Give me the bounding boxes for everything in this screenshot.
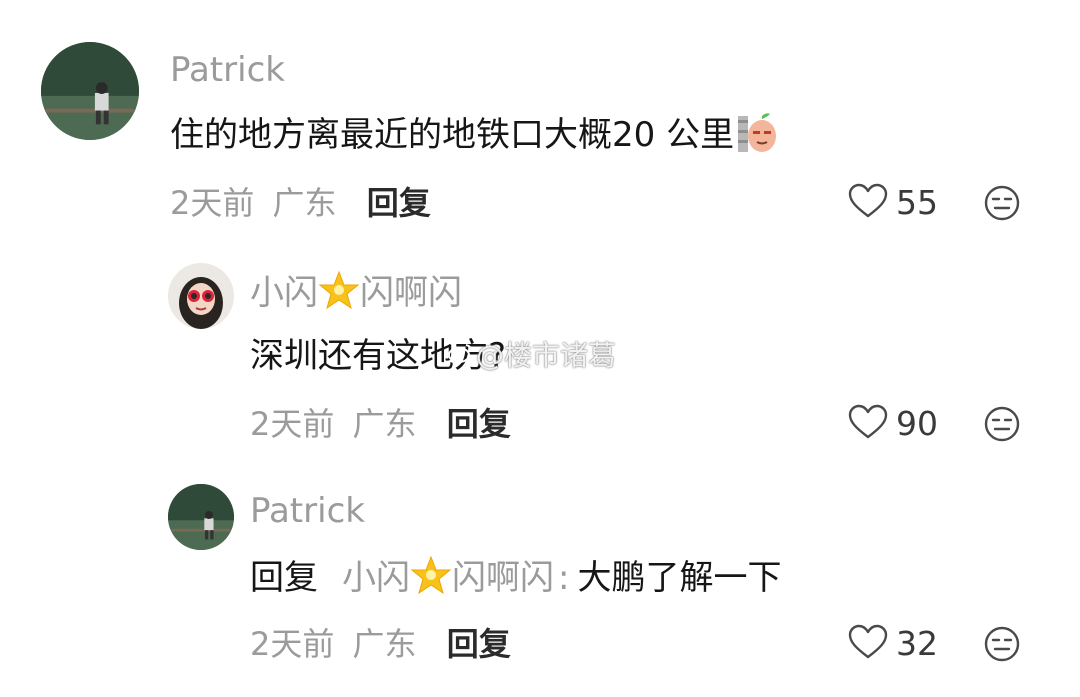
watermark-text: @楼市诸葛 — [476, 339, 617, 372]
reply-separator: : — [558, 558, 570, 598]
username[interactable]: Patrick — [250, 491, 365, 531]
glowing-star-icon — [318, 270, 360, 319]
timestamp: 2天前 — [170, 184, 255, 222]
dislike-button[interactable] — [984, 406, 1020, 446]
comment-text: 住的地方离最近的地铁口大概20 公里 — [170, 110, 780, 165]
heart-icon — [848, 624, 888, 664]
unamused-face-icon — [984, 185, 1020, 225]
unamused-face-icon — [984, 626, 1020, 666]
username-part: 小闪 — [342, 558, 410, 598]
reply-button[interactable]: 回复 — [447, 625, 511, 663]
username-part: 小闪 — [250, 273, 318, 313]
username[interactable]: Patrick — [170, 50, 285, 90]
avatar[interactable] — [41, 42, 139, 140]
dislike-button[interactable] — [984, 626, 1020, 666]
like-button[interactable]: 32 — [848, 624, 938, 664]
watermark: @楼市诸葛 — [448, 334, 616, 374]
heart-icon — [848, 404, 888, 444]
username[interactable]: 小闪 闪啊闪 — [250, 270, 462, 319]
comment-text-content: 大鹏了解一下 — [577, 558, 782, 598]
timestamp: 2天前 — [250, 625, 335, 663]
like-count: 32 — [896, 624, 938, 663]
weibo-logo-icon — [448, 338, 474, 371]
like-button[interactable]: 90 — [848, 404, 938, 444]
reply-target-user[interactable]: 小闪 闪啊闪: — [342, 555, 577, 598]
like-count: 55 — [896, 183, 938, 222]
like-count: 90 — [896, 404, 938, 443]
comment-meta: 2天前 广东 回复 — [170, 183, 431, 223]
glowing-star-icon — [410, 555, 452, 606]
location: 广东 — [272, 184, 337, 222]
avatar[interactable] — [168, 484, 234, 550]
avatar[interactable] — [168, 263, 234, 329]
unamused-face-icon — [984, 406, 1020, 446]
like-button[interactable]: 55 — [848, 183, 938, 223]
location: 广东 — [352, 625, 417, 663]
comment-text: 回复 小闪 闪啊闪: 大鹏了解一下 — [250, 555, 781, 606]
comment-text-content: 住的地方离最近的地铁口大概20 公里 — [170, 115, 735, 155]
heart-icon — [848, 183, 888, 223]
reply-prefix: 回复 — [250, 558, 318, 598]
timestamp: 2天前 — [250, 405, 335, 443]
comment-meta: 2天前 广东 回复 — [250, 404, 511, 444]
comment-meta: 2天前 广东 回复 — [250, 624, 511, 664]
username-part: 闪啊闪 — [360, 273, 462, 313]
smug-egg-emoji-icon — [736, 110, 780, 165]
username-part: 闪啊闪 — [452, 558, 554, 598]
reply-button[interactable]: 回复 — [367, 184, 431, 222]
location: 广东 — [352, 405, 417, 443]
reply-button[interactable]: 回复 — [447, 405, 511, 443]
dislike-button[interactable] — [984, 185, 1020, 225]
